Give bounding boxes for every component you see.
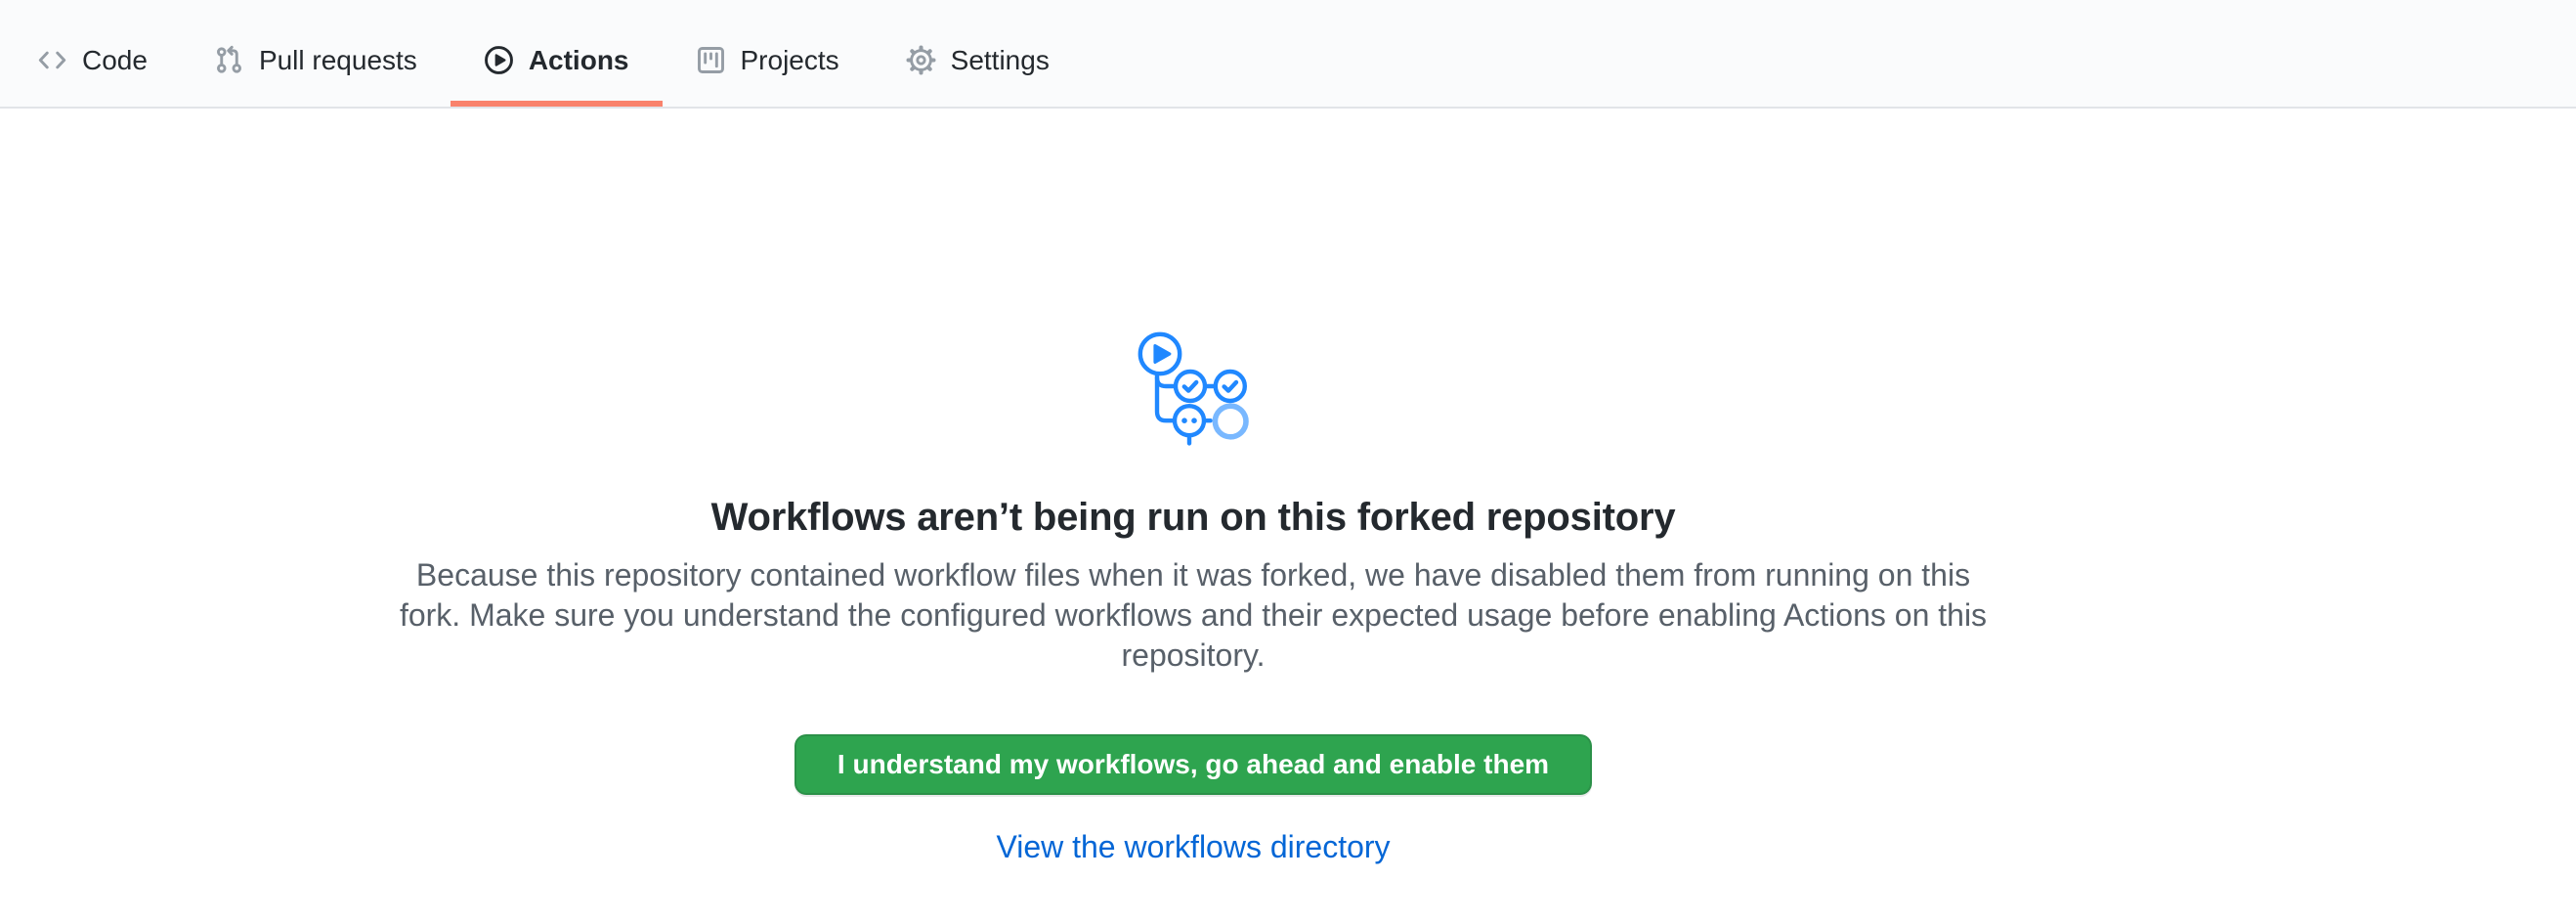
tab-projects[interactable]: Projects (663, 14, 873, 107)
tab-pull-requests[interactable]: Pull requests (181, 14, 451, 107)
enable-workflows-button[interactable]: I understand my workflows, go ahead and … (794, 734, 1592, 795)
tab-label: Projects (741, 47, 839, 74)
fork-workflows-description: Because this repository contained workfl… (387, 555, 1999, 676)
link-row: View the workflows directory (387, 828, 1999, 865)
tab-actions[interactable]: Actions (451, 14, 663, 107)
tab-label: Settings (951, 47, 1050, 74)
repo-tab-bar: Code Pull requests (0, 0, 2576, 109)
blankslate: Workflows aren’t being run on this forke… (387, 109, 1999, 865)
page-title: Workflows aren’t being run on this forke… (387, 495, 1999, 540)
code-icon (37, 45, 67, 75)
tab-label: Actions (529, 47, 629, 74)
tab-code[interactable]: Code (4, 14, 181, 107)
tab-label: Pull requests (259, 47, 417, 74)
actions-disabled-panel: Workflows aren’t being run on this forke… (0, 109, 2576, 865)
workflow-icon (1136, 330, 1251, 453)
gear-icon (906, 45, 936, 75)
pull-request-icon (214, 45, 244, 75)
project-icon (696, 45, 726, 75)
github-repo-page: Code Pull requests (0, 0, 2576, 865)
tab-label: Code (82, 47, 148, 74)
play-icon (484, 45, 514, 75)
tab-settings[interactable]: Settings (873, 14, 1083, 107)
view-workflows-directory-link[interactable]: View the workflows directory (996, 829, 1390, 864)
